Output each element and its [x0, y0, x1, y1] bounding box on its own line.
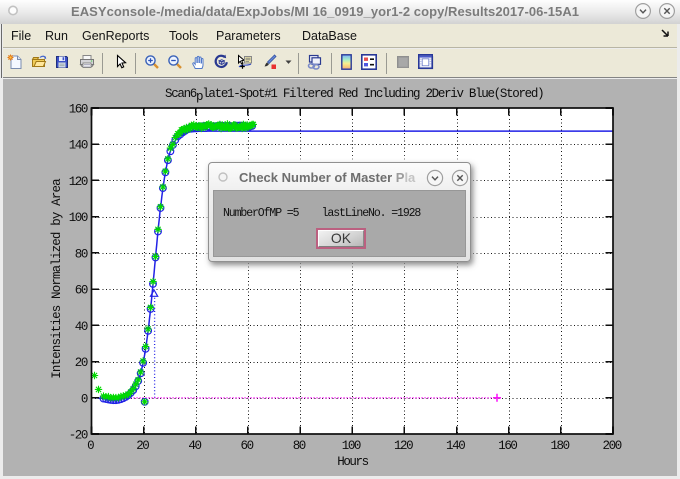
- svg-text:200: 200: [603, 439, 622, 453]
- svg-text:0: 0: [81, 392, 88, 406]
- svg-text:80: 80: [75, 247, 88, 261]
- svg-text:Scan6plate1-Spot#1 Filtered Re: Scan6plate1-Spot#1 Filtered Red Includin…: [165, 87, 543, 104]
- svg-text:Hours: Hours: [337, 455, 368, 469]
- svg-text:20: 20: [75, 356, 88, 370]
- svg-text:120: 120: [394, 439, 413, 453]
- svg-text:140: 140: [69, 139, 88, 153]
- svg-text:40: 40: [75, 320, 88, 334]
- svg-text:180: 180: [550, 439, 569, 453]
- svg-text:120: 120: [69, 175, 88, 189]
- svg-text:80: 80: [293, 439, 306, 453]
- svg-text:140: 140: [446, 439, 465, 453]
- svg-text:100: 100: [69, 211, 88, 225]
- svg-text:60: 60: [240, 439, 253, 453]
- svg-text:Intensities Normalized by Area: Intensities Normalized by Area: [50, 178, 64, 379]
- svg-text:0: 0: [87, 439, 94, 453]
- svg-text:40: 40: [188, 439, 201, 453]
- svg-text:20: 20: [136, 439, 149, 453]
- svg-text:160: 160: [69, 103, 88, 117]
- svg-text:160: 160: [498, 439, 517, 453]
- svg-text:60: 60: [75, 284, 88, 298]
- svg-text:100: 100: [342, 439, 361, 453]
- svg-text:-20: -20: [69, 429, 88, 443]
